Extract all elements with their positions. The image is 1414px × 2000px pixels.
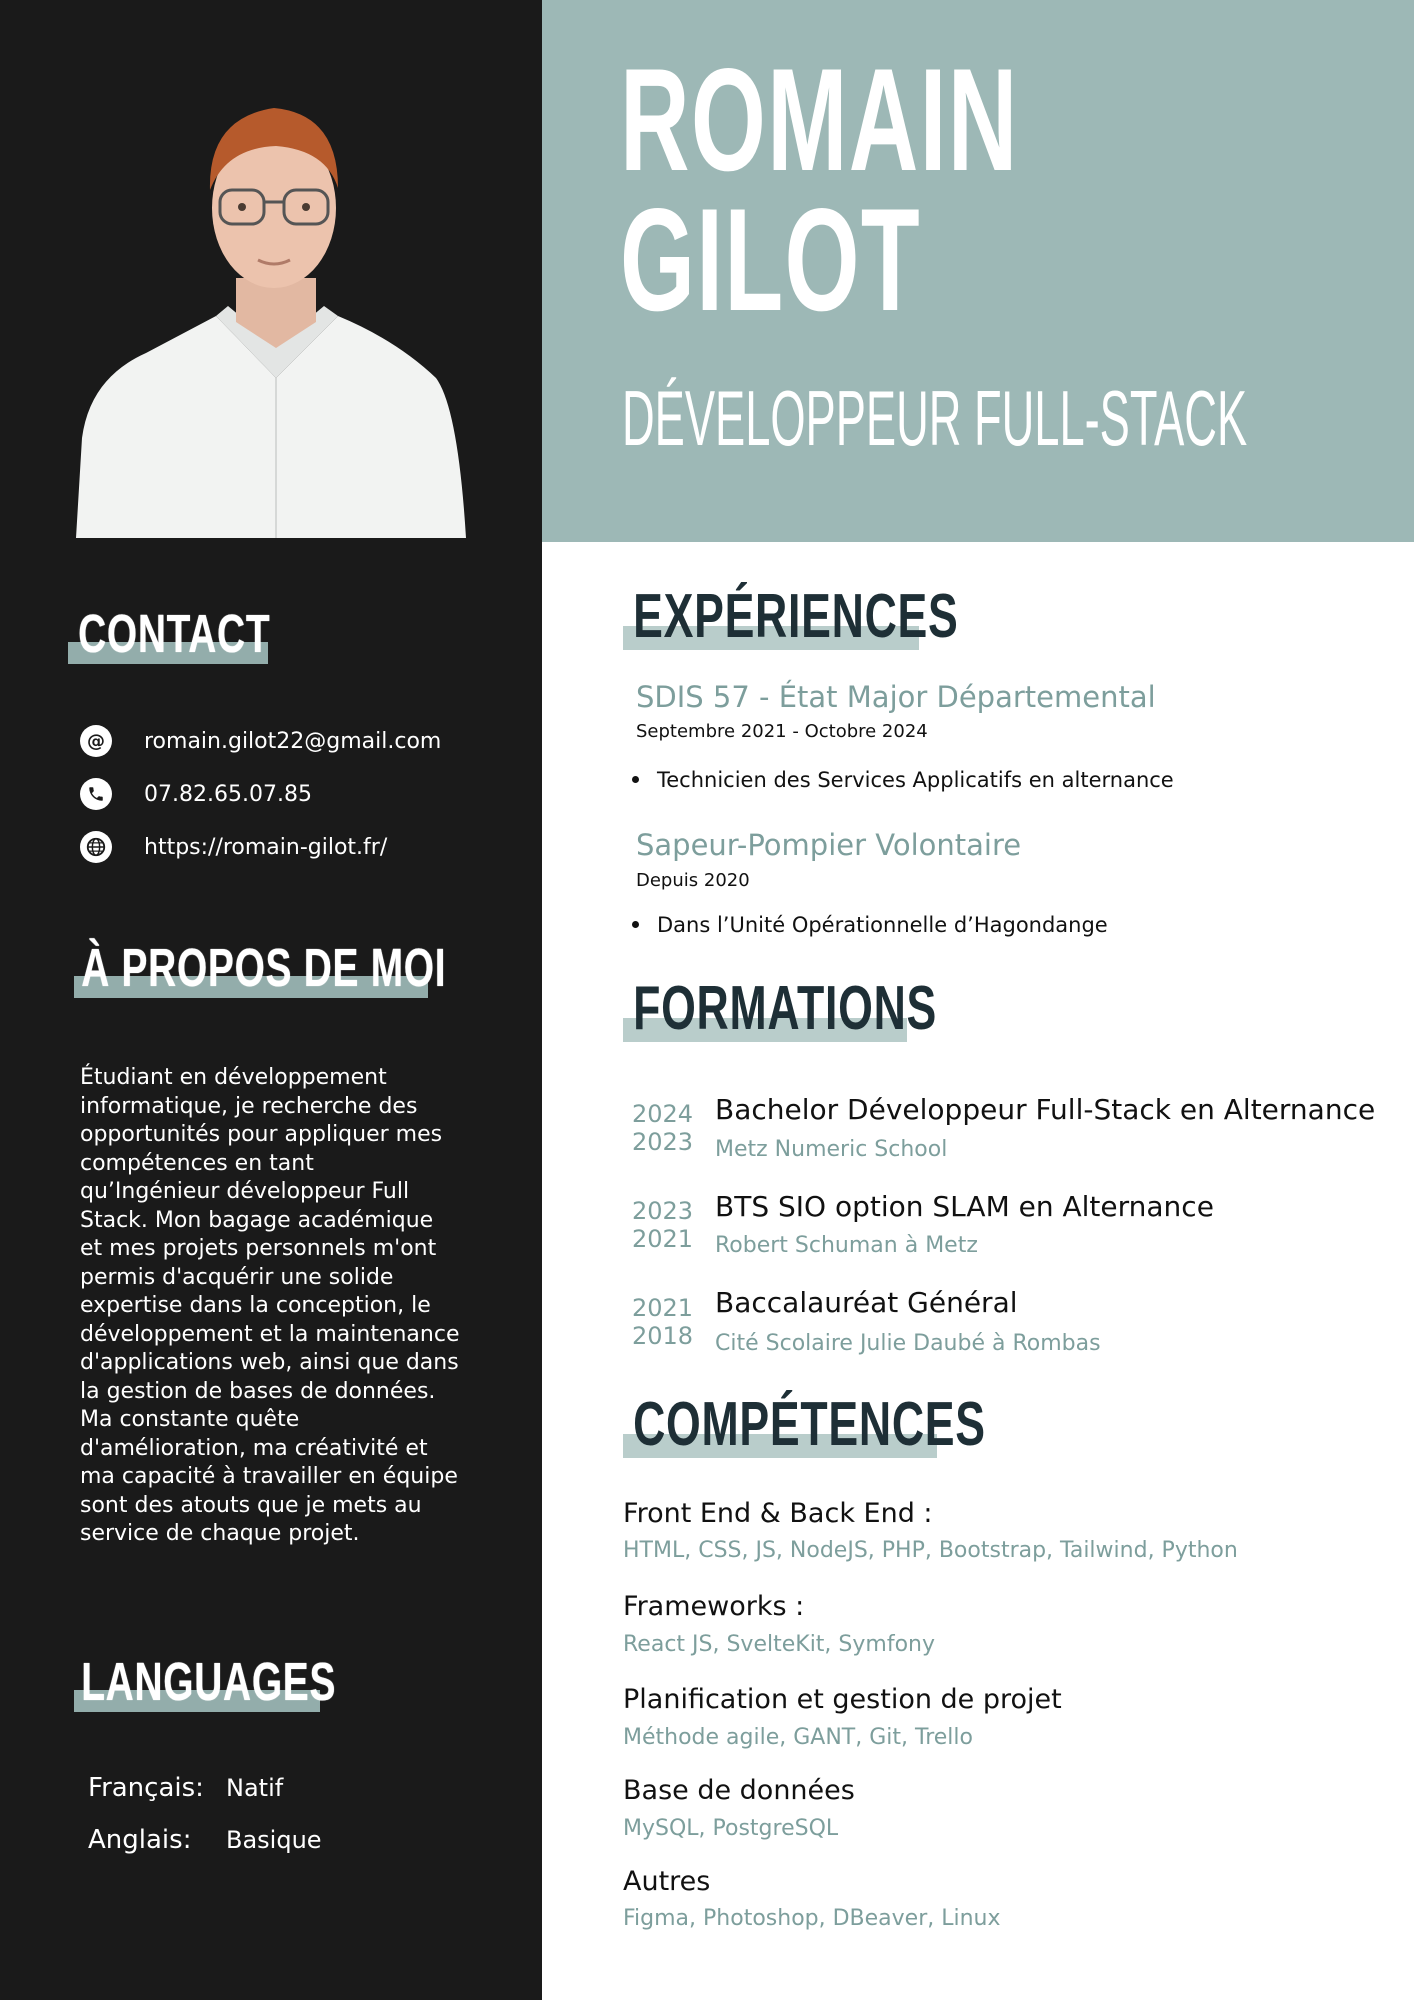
skill-list: Méthode agile, GANT, Git, Trello (623, 1725, 973, 1750)
experience-date: Depuis 2020 (636, 870, 750, 891)
formation-years: 2021 2018 (632, 1294, 694, 1350)
skill-list: Figma, Photoshop, DBeaver, Linux (623, 1906, 1001, 1931)
contact-heading: CONTACT (68, 604, 349, 664)
full-name: ROMAIN GILOT (620, 38, 1019, 341)
formation-years: 2023 2021 (632, 1197, 694, 1253)
skill-list: React JS, SvelteKit, Symfony (623, 1632, 935, 1657)
contact-website[interactable]: https://romain-gilot.fr/ (80, 830, 387, 864)
at-icon: @ (80, 725, 112, 757)
profile-photo (76, 78, 471, 538)
experience-title: SDIS 57 - État Major Départemental (636, 680, 1156, 714)
contact-phone[interactable]: 07.82.65.07.85 (80, 777, 312, 811)
globe-icon (80, 831, 112, 863)
formation-school: Metz Numeric School (715, 1137, 948, 1162)
competences-heading: COMPÉTENCES (623, 1392, 1127, 1458)
formation-school: Robert Schuman à Metz (715, 1233, 978, 1258)
contact-email[interactable]: @ romain.gilot22@gmail.com (80, 724, 441, 758)
formation-title: Bachelor Développeur Full-Stack en Alter… (715, 1093, 1376, 1126)
skill-category: Frameworks : (623, 1591, 805, 1622)
skill-list: MySQL, PostgreSQL (623, 1816, 839, 1841)
language-english: Anglais: Basique (88, 1825, 322, 1855)
formation-school: Cité Scolaire Julie Daubé à Rombas (715, 1331, 1101, 1356)
skill-category: Base de données (623, 1775, 855, 1806)
experience-date: Septembre 2021 - Octobre 2024 (636, 721, 928, 742)
skill-list: HTML, CSS, JS, NodeJS, PHP, Bootstrap, T… (623, 1538, 1238, 1563)
experience-bullet: Dans l’Unité Opérationnelle d’Hagondange (632, 913, 1108, 937)
experience-bullet: Technicien des Services Applicatifs en a… (632, 768, 1174, 792)
about-heading: À PROPOS DE MOI (74, 938, 591, 998)
job-title: DÉVELOPPEUR FULL-STACK (622, 374, 1248, 462)
skill-category: Planification et gestion de projet (623, 1684, 1062, 1715)
header: ROMAIN GILOT DÉVELOPPEUR FULL-STACK (542, 0, 1414, 542)
skill-category: Autres (623, 1866, 711, 1897)
experiences-heading: EXPÉRIENCES (623, 584, 1089, 650)
formation-years: 2024 2023 (632, 1100, 694, 1156)
about-text: Étudiant en développement informatique, … (80, 1065, 460, 1546)
formation-title: BTS SIO option SLAM en Alternance (715, 1190, 1214, 1223)
phone-icon (80, 778, 112, 810)
formation-title: Baccalauréat Général (715, 1286, 1018, 1319)
languages-heading: LANGUAGES (74, 1652, 438, 1712)
formations-heading: FORMATIONS (623, 976, 1059, 1042)
sidebar: CONTACT @ romain.gilot22@gmail.com 07.82… (0, 0, 542, 2000)
language-french: Français: Natif (88, 1773, 284, 1803)
skill-category: Front End & Back End : (623, 1498, 933, 1529)
experience-title: Sapeur-Pompier Volontaire (636, 828, 1022, 862)
